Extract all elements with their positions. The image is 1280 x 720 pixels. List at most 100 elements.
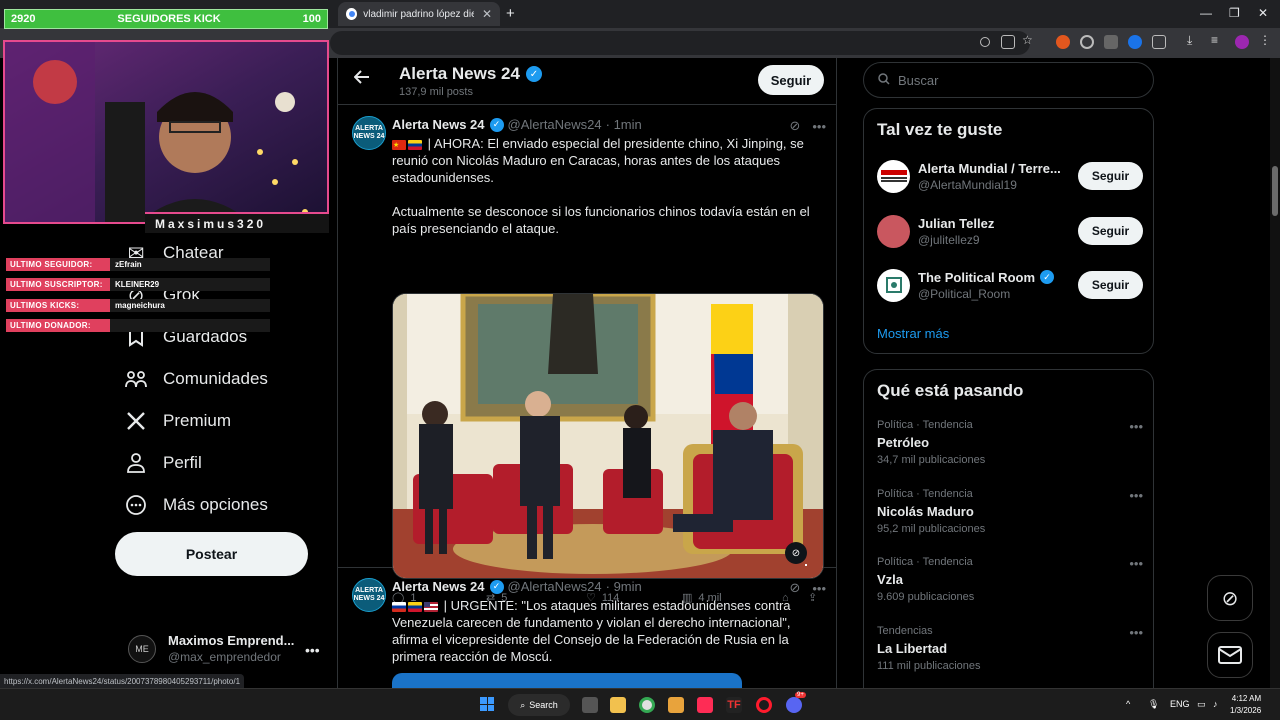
extension-shield-icon[interactable] [1128, 35, 1142, 49]
browser-menu-icon[interactable]: ⋮ [1259, 33, 1273, 47]
trend-more-icon[interactable]: ••• [1129, 419, 1143, 434]
tweet-author-name[interactable]: Alerta News 24 [392, 579, 485, 594]
discord-icon[interactable] [786, 697, 802, 713]
app-icon[interactable] [668, 697, 684, 713]
tiktok-icon[interactable] [697, 697, 713, 713]
extension-record-icon[interactable] [1080, 35, 1094, 49]
account-handle: @max_emprendedor [168, 650, 281, 664]
venezuela-flag-icon [408, 601, 422, 612]
download-icon[interactable]: ⤓ [1187, 33, 1201, 47]
grok-icon[interactable]: ⊘ [789, 118, 800, 134]
tweet[interactable]: ALERTA NEWS 24 Alerta News 24 ✓ @AlertaN… [338, 106, 836, 604]
trend-name: La Libertad [877, 641, 948, 656]
zoom-icon[interactable] [980, 37, 990, 47]
chrome-icon[interactable] [639, 697, 655, 713]
tweet-time[interactable]: · 1min [606, 117, 642, 132]
playlist-icon[interactable]: ≡ [1211, 33, 1225, 47]
volume-icon[interactable]: ♪ [1213, 699, 1218, 709]
trend-more-icon[interactable]: ••• [1129, 625, 1143, 640]
suggestion-item[interactable]: The Political Room ✓ @Political_Room Seg… [877, 265, 1143, 305]
tweet[interactable]: ALERTA NEWS 24 Alerta News 24 ✓ @AlertaN… [338, 568, 836, 688]
file-explorer-icon[interactable] [610, 697, 626, 713]
search-icon: ⌕ [520, 699, 526, 710]
messages-float-button[interactable] [1207, 632, 1253, 678]
avatar [877, 214, 910, 248]
language-indicator[interactable]: ENG [1170, 699, 1190, 709]
restore-icon[interactable]: ❐ [1229, 6, 1240, 20]
profile-avatar-icon[interactable] [1235, 35, 1249, 49]
trend-item[interactable]: Tendencias La Libertad 111 mil publicaci… [877, 625, 1143, 672]
tab-title: vladimir padrino lópez died - G [363, 8, 474, 20]
suggestion-item[interactable]: Julian Tellez @julitellez9 Seguir [877, 211, 1143, 251]
nav-profile[interactable]: Perfil [124, 451, 202, 475]
tweet-text-p1: | URGENTE: "Los ataques militares estado… [392, 598, 791, 664]
star-icon[interactable]: ☆ [1022, 33, 1036, 47]
china-flag-icon [392, 137, 406, 154]
tweet-author-name[interactable]: Alerta News 24 [392, 117, 485, 132]
address-bar[interactable] [330, 31, 1030, 55]
account-more-icon[interactable]: ••• [305, 642, 320, 658]
extension-grid-icon[interactable] [1104, 35, 1118, 49]
avatar [877, 159, 910, 193]
suggestion-item[interactable]: Alerta Mundial / Terre... @AlertaMundial… [877, 156, 1143, 196]
trend-item[interactable]: Política · Tendencia Vzla 9.609 publicac… [877, 556, 1143, 603]
nav-premium[interactable]: Premium [124, 409, 231, 433]
google-favicon-icon [346, 8, 358, 20]
grok-float-button[interactable]: ⊘ [1207, 575, 1253, 621]
suggestion-name-row: The Political Room ✓ [918, 270, 1078, 285]
close-window-icon[interactable]: ✕ [1258, 6, 1268, 20]
show-more-link[interactable]: Mostrar más [877, 326, 949, 341]
account-switcher[interactable]: ME Maximos Emprend... @max_emprendedor [128, 633, 294, 664]
display-icon[interactable]: ▭ [1197, 699, 1206, 710]
tab-close-icon[interactable]: ✕ [482, 7, 492, 21]
extension-metamask-icon[interactable] [1056, 35, 1070, 49]
follow-button[interactable]: Seguir [1078, 217, 1143, 245]
microphone-icon[interactable]: 🎙 [1148, 699, 1159, 710]
clock-date: 1/3/2026 [1230, 706, 1262, 715]
more-options-icon [124, 493, 148, 517]
scroll-thumb[interactable] [1272, 166, 1278, 216]
avatar[interactable]: ALERTA NEWS 24 [352, 578, 386, 612]
tweet-author-handle[interactable]: @AlertaNews24 [508, 117, 602, 132]
extensions-puzzle-icon[interactable] [1152, 35, 1166, 49]
tf-app-icon[interactable]: TF [726, 697, 742, 713]
tray-chevron-icon[interactable]: ^ [1126, 699, 1130, 709]
tweet-author-handle[interactable]: @AlertaNews24 [508, 579, 602, 594]
tweet-more-icon[interactable]: ••• [812, 581, 826, 596]
follow-button[interactable]: Seguir [758, 65, 824, 95]
tweet-media-preview[interactable] [392, 673, 742, 688]
follow-button[interactable]: Seguir [1078, 271, 1143, 299]
windows-start-icon[interactable] [480, 697, 494, 711]
minimize-icon[interactable]: — [1200, 6, 1212, 20]
overlay-value: zEfrain [110, 258, 270, 271]
avatar[interactable]: ALERTA NEWS 24 [352, 116, 386, 150]
new-tab-button[interactable]: + [506, 5, 515, 22]
nav-communities[interactable]: Comunidades [124, 367, 268, 391]
nav-more-options[interactable]: Más opciones [124, 493, 268, 517]
trend-category: Política · Tendencia [877, 556, 973, 568]
browser-tab-active[interactable]: vladimir padrino lópez died - G ✕ [338, 2, 500, 26]
trend-name: Petróleo [877, 435, 930, 450]
search-input[interactable]: Buscar [863, 62, 1154, 98]
task-view-icon[interactable] [582, 697, 598, 713]
windows-taskbar: ⌕ Search TF 9+ ^ 🎙 ENG ▭ ♪ 4:12 AM 1/3/2… [0, 688, 1280, 720]
post-button[interactable]: Postear [115, 532, 308, 576]
overlay-value: magneichura [110, 299, 270, 312]
clock-time: 4:12 AM [1231, 694, 1262, 703]
page-scrollbar[interactable] [1270, 58, 1280, 688]
grok-image-icon[interactable]: ⊘ [785, 542, 807, 564]
tweet-more-icon[interactable]: ••• [812, 119, 826, 134]
taskbar-search[interactable]: ⌕ Search [508, 694, 570, 716]
grok-icon[interactable]: ⊘ [789, 580, 800, 596]
opera-icon[interactable] [756, 697, 772, 713]
taskbar-clock[interactable]: 4:12 AM 1/3/2026 [1230, 693, 1261, 717]
tweet-time[interactable]: · 9min [606, 579, 642, 594]
install-app-icon[interactable] [1001, 35, 1015, 49]
trend-item[interactable]: Política · Tendencia Petróleo 34,7 mil p… [877, 419, 1143, 466]
trend-item[interactable]: Política · Tendencia Nicolás Maduro 95,2… [877, 488, 1143, 535]
back-arrow-icon[interactable] [353, 70, 370, 89]
tweet-photo[interactable]: ⊘ [392, 293, 824, 579]
trend-more-icon[interactable]: ••• [1129, 556, 1143, 571]
trend-more-icon[interactable]: ••• [1129, 488, 1143, 503]
follow-button[interactable]: Seguir [1078, 162, 1143, 190]
